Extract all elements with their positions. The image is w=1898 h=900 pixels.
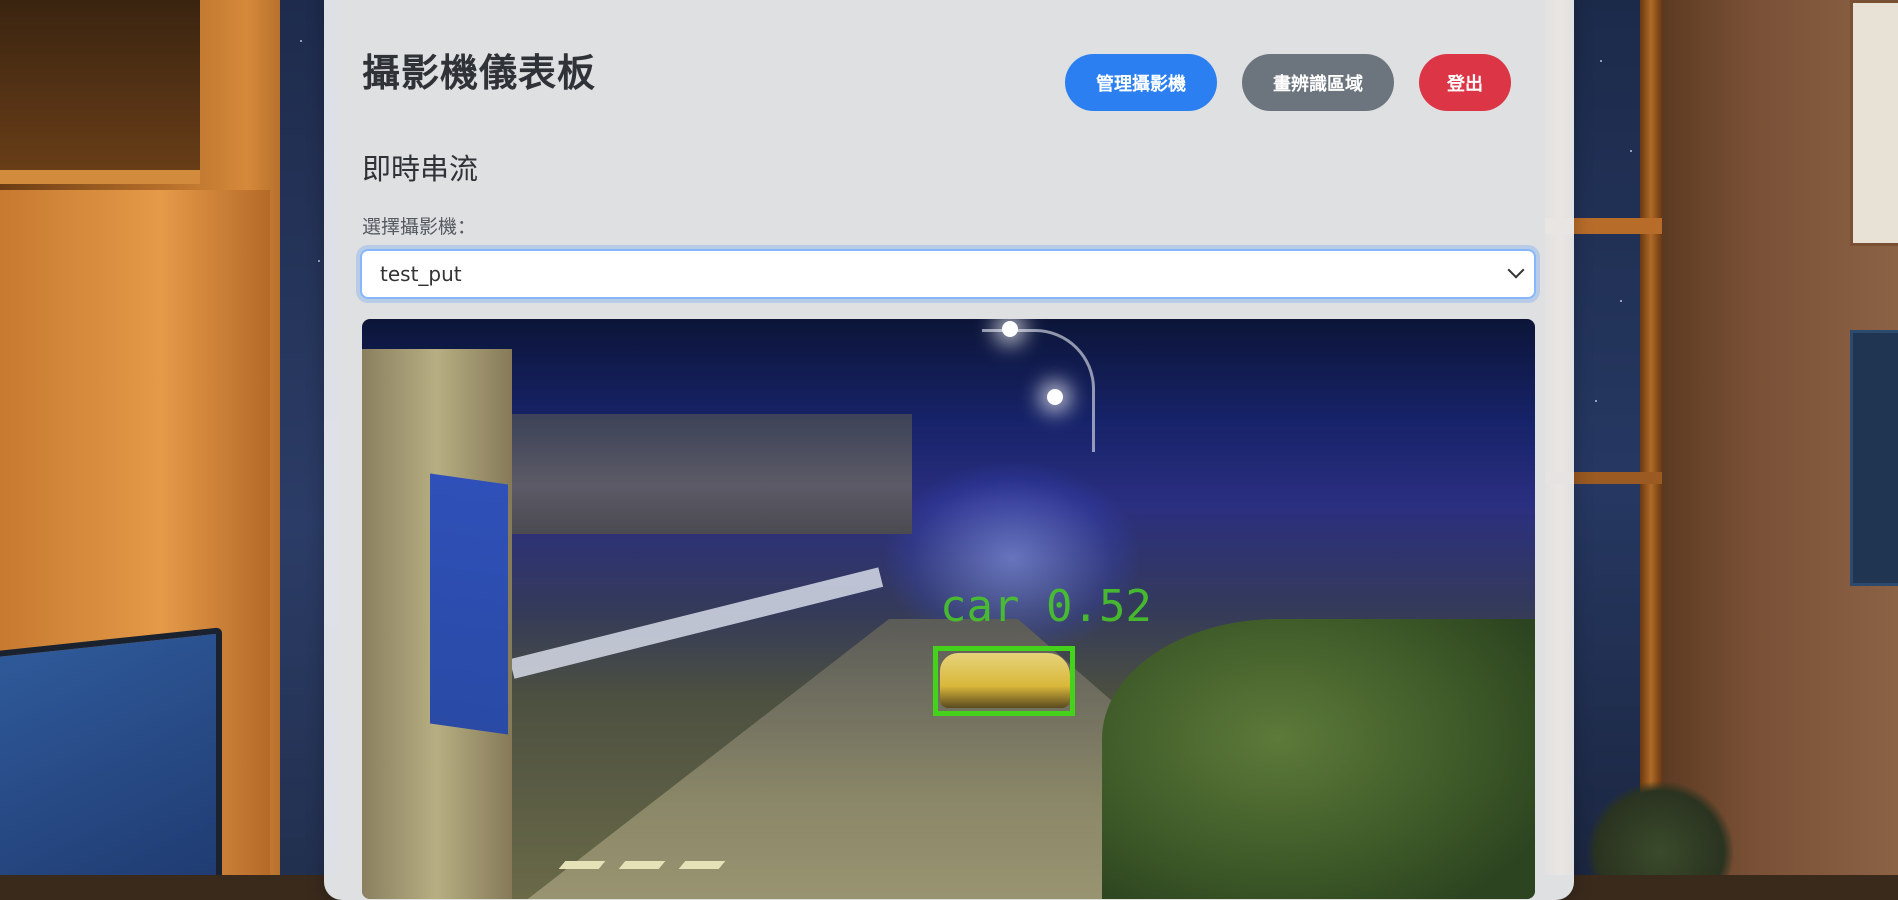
manage-cameras-button[interactable]: 管理攝影機 xyxy=(1065,54,1217,111)
logout-button[interactable]: 登出 xyxy=(1419,54,1511,111)
video-billboard xyxy=(430,473,508,735)
video-town-buildings xyxy=(512,414,912,534)
bg-bookshelf xyxy=(0,0,200,180)
bg-star xyxy=(1595,400,1597,402)
bg-window-frame xyxy=(1640,0,1662,875)
bg-star xyxy=(1600,60,1602,62)
bg-laptop xyxy=(0,627,222,875)
bg-star xyxy=(1630,150,1632,152)
video-street-lamp xyxy=(1047,389,1063,405)
bg-plant xyxy=(1585,780,1735,875)
bg-shelf-edge xyxy=(0,170,200,184)
video-crosswalk xyxy=(618,861,666,869)
video-lamppost xyxy=(982,329,1095,452)
bg-star xyxy=(1620,300,1622,302)
draw-detection-area-button[interactable]: 畫辨識區域 xyxy=(1242,54,1394,111)
live-video-stream: car 0.52 xyxy=(362,319,1535,899)
chevron-down-icon xyxy=(1507,261,1525,279)
bg-poster xyxy=(1850,330,1898,586)
video-crosswalk xyxy=(558,861,606,869)
bg-star xyxy=(300,40,302,42)
video-road-barrier xyxy=(509,567,884,679)
video-street-lamp xyxy=(1002,321,1018,337)
page-title: 攝影機儀表板 xyxy=(362,51,597,95)
video-trees xyxy=(1102,619,1535,899)
live-stream-heading: 即時串流 xyxy=(362,152,479,186)
camera-select-value: test_put xyxy=(380,262,462,286)
camera-select[interactable]: test_put xyxy=(360,249,1536,299)
bg-calendar xyxy=(1850,0,1898,246)
detection-label: car 0.52 xyxy=(940,581,1152,632)
video-crosswalk xyxy=(678,861,726,869)
camera-select-label: 選擇攝影機： xyxy=(362,216,477,238)
bg-star xyxy=(318,260,320,262)
detection-bounding-box xyxy=(933,646,1075,716)
